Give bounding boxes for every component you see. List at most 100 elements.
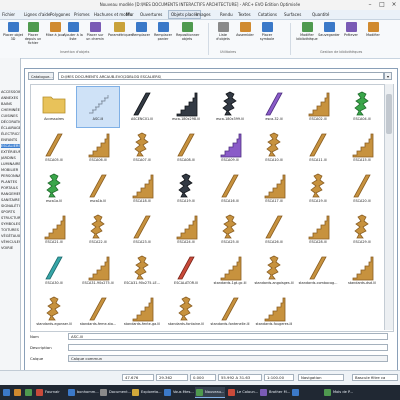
library-thumbnail[interactable]: esca-180x399.lil — [209, 87, 251, 127]
description-field[interactable] — [68, 344, 388, 351]
thumbnail-scrollbar[interactable] — [384, 84, 393, 330]
length-field[interactable]: 55.992 A 31.63 — [218, 374, 262, 381]
library-thumbnail[interactable]: ESCA31-90x275.lil — [77, 251, 119, 291]
ribbon-button[interactable]: Assembler — [234, 22, 256, 46]
menu-item[interactable]: Prismes — [74, 12, 90, 17]
library-thumbnail[interactable]: ESCALATOR.lll — [165, 251, 207, 291]
menu-item[interactable]: Rendu — [220, 12, 233, 17]
menu-item[interactable]: Mur — [126, 12, 134, 17]
library-thumbnail[interactable]: standards-combocog... — [297, 251, 339, 291]
menu-item[interactable]: Fichier — [2, 12, 15, 17]
scale-field[interactable]: 1:100.00 — [264, 374, 294, 381]
chevron-down-icon[interactable]: ▾ — [384, 72, 392, 80]
tree-item[interactable]: DÉCORATION — [1, 120, 20, 124]
tree-item[interactable]: CUISINES — [1, 114, 18, 118]
library-thumbnail[interactable]: standards-1gt-gc.lil — [209, 251, 251, 291]
ribbon-button[interactable]: Prélever — [340, 22, 362, 46]
tree-item[interactable]: PLANTES — [1, 180, 17, 184]
y-coordinate-field[interactable]: 29.362 — [156, 374, 188, 381]
menu-item[interactable]: Lignes d'aide — [24, 12, 50, 17]
tree-item[interactable]: PORTAILS — [1, 186, 18, 190]
menu-item[interactable]: Images — [196, 12, 211, 17]
ribbon-button[interactable]: Placer objet 3D — [2, 22, 24, 46]
library-thumbnail[interactable]: ESCA28.lll — [297, 210, 339, 250]
tree-item[interactable]: ÉLECTRICITÉ — [1, 132, 20, 136]
library-thumbnail[interactable]: ESCA17.lll — [253, 169, 295, 209]
scrollbar-thumb[interactable] — [386, 94, 392, 134]
library-thumbnail[interactable]: standards-egonser.lil — [33, 292, 75, 332]
tree-item[interactable]: RANGEMENT — [1, 192, 20, 196]
library-thumbnail[interactable]: standards-fente-ga.lil — [121, 292, 163, 332]
library-thumbnail[interactable]: ESCA16.lll — [209, 169, 251, 209]
library-thumbnail[interactable]: ASC.lll — [76, 86, 120, 128]
library-thumbnail[interactable]: standards-feme-sta... — [77, 292, 119, 332]
tree-item[interactable]: TOITURES — [1, 228, 19, 232]
ribbon-button[interactable]: Modifier — [362, 22, 384, 46]
x-coordinate-field[interactable]: 47.676 — [122, 374, 154, 381]
library-thumbnail[interactable]: ESCA06.lll — [77, 128, 119, 168]
library-thumbnail[interactable]: ESCA21.lll — [33, 210, 75, 250]
catalog-path-field[interactable]: D:\MES DOCUMENTS ARCAUB-EVO\2DBLOD ESCAL… — [58, 72, 384, 80]
ribbon-button[interactable]: Repositionner objets — [176, 22, 199, 46]
taskbar-item[interactable] — [291, 387, 321, 398]
library-thumbnail[interactable]: ESCA19.lll — [297, 169, 339, 209]
tree-item[interactable]: ESCALIERS — [1, 144, 20, 148]
taskbar-item[interactable]: bonhomm... — [67, 387, 99, 398]
taskbar-item[interactable]: Nouveau... — [195, 387, 225, 398]
bascule-filter-field[interactable]: Bascule filtre ca — [352, 374, 398, 381]
tree-item[interactable]: VOIRIE — [1, 246, 13, 250]
library-thumbnail[interactable]: standards-fontaine.lil — [165, 292, 207, 332]
library-thumbnail[interactable]: ESCA02.lll — [297, 87, 339, 127]
library-thumbnail[interactable]: ESCA09.lll — [209, 128, 251, 168]
library-thumbnail[interactable]: esca1b.lil — [77, 169, 119, 209]
tree-item[interactable]: ÉCLAIRAGE — [1, 126, 20, 130]
library-thumbnail[interactable]: ASCENC01.lll — [121, 87, 163, 127]
tree-item[interactable]: BAINS — [1, 102, 12, 106]
library-thumbnail[interactable]: esca1a.lil — [33, 169, 75, 209]
ribbon-button[interactable]: Remplacer — [130, 22, 152, 46]
library-thumbnail[interactable]: ESCA07.lll — [121, 128, 163, 168]
taskbar-item[interactable] — [13, 387, 23, 398]
menu-item[interactable]: Quantité — [312, 12, 329, 17]
mode-field[interactable]: Navigation — [298, 374, 344, 381]
tree-item[interactable]: STRUCTURES — [1, 216, 20, 220]
library-thumbnail[interactable]: esca-180x298.lil — [165, 87, 207, 127]
library-thumbnail[interactable]: ESCA26.lll — [253, 210, 295, 250]
tree-item[interactable]: SANITAIRES — [1, 198, 20, 202]
taskbar-item[interactable] — [2, 387, 12, 398]
taskbar-item[interactable]: Fournair — [35, 387, 65, 398]
library-thumbnail[interactable]: ESCA24.lll — [165, 210, 207, 250]
ribbon-button[interactable]: Remplacer panier — [152, 22, 174, 46]
library-thumbnail[interactable]: ESCA20.lll — [341, 169, 383, 209]
library-thumbnail[interactable]: ESCA11.lll — [297, 128, 339, 168]
ribbon-button[interactable]: Modifier bibliothèque — [296, 22, 318, 46]
taskbar-item[interactable]: Mois de P... — [323, 387, 353, 398]
tree-item[interactable]: ENFANTS — [1, 138, 17, 142]
library-thumbnail[interactable]: ESCA10.lll — [253, 128, 295, 168]
taskbar-item[interactable]: Le Coloun... — [227, 387, 258, 398]
library-thumbnail[interactable]: ESCA22.lll — [77, 210, 119, 250]
layer-field[interactable]: Calque commun — [68, 355, 388, 362]
taskbar-item[interactable]: Brother M... — [259, 387, 290, 398]
library-thumbnail[interactable]: Accessoires — [33, 87, 75, 127]
library-thumbnail[interactable]: ESCA23.lll — [121, 210, 163, 250]
library-thumbnail[interactable]: standards-angoisges.lil — [253, 251, 295, 291]
catalog-button[interactable]: Catalogue... — [28, 72, 54, 80]
ribbon-button[interactable]: Ajouter à la liste — [62, 22, 84, 46]
ribbon-button[interactable]: Placer depuis un fichier — [22, 22, 44, 46]
tree-item[interactable]: MOBILIER — [1, 168, 18, 172]
taskbar-item[interactable]: Exploreta... — [131, 387, 162, 398]
tree-item[interactable]: JARDINS — [1, 156, 16, 160]
tree-item[interactable]: ACCESSOIRES — [1, 90, 20, 94]
taskbar-item[interactable]: Document... — [99, 387, 131, 398]
name-field[interactable]: ASC.lll — [68, 333, 388, 340]
tree-item[interactable]: CHEMINÉES — [1, 108, 20, 112]
tree-item[interactable]: SYMBOLES — [1, 222, 20, 226]
menu-item[interactable]: Textes — [238, 12, 251, 17]
library-thumbnail[interactable]: ESCA08.lll — [165, 128, 207, 168]
library-thumbnail[interactable]: standards-fougeres.lil — [253, 292, 295, 332]
menu-item[interactable]: Polygones — [50, 12, 70, 17]
library-thumbnail[interactable]: standards-dsd.lil — [341, 251, 383, 291]
library-thumbnail[interactable]: ESCA18.lll — [121, 169, 163, 209]
ribbon-button[interactable]: Placer symbole — [256, 22, 278, 46]
